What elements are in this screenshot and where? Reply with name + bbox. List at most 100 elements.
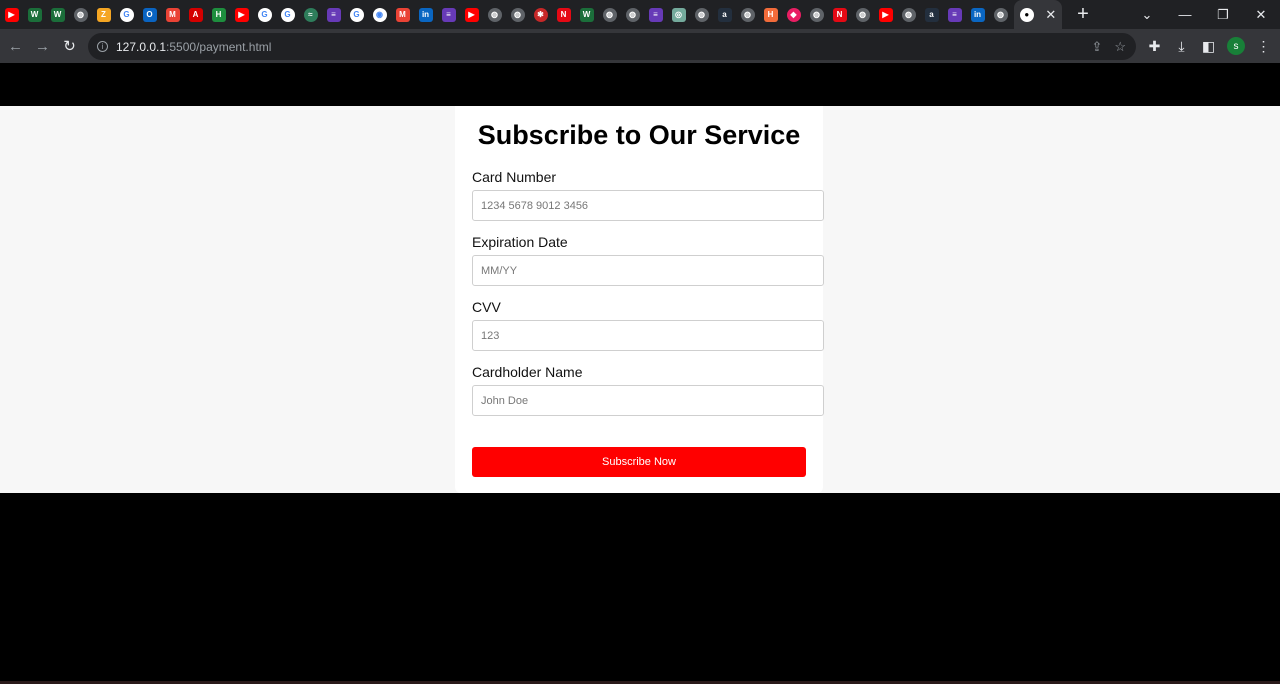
pinned-tab[interactable]: ◍ xyxy=(690,0,713,29)
gmail-icon: M xyxy=(395,7,410,22)
pinned-tab[interactable]: ◍ xyxy=(805,0,828,29)
address-bar[interactable]: i 127.0.0.1:5500/payment.html ⇪ ☆ xyxy=(88,33,1136,60)
pinned-tab[interactable]: G xyxy=(345,0,368,29)
cvv-input[interactable] xyxy=(472,320,824,351)
minimize-button[interactable]: — xyxy=(1166,7,1204,22)
maximize-button[interactable]: ❐ xyxy=(1204,7,1242,23)
pinned-tab[interactable]: in xyxy=(966,0,989,29)
close-tab-icon[interactable]: ✕ xyxy=(1045,7,1056,23)
pinned-tab[interactable]: in xyxy=(414,0,437,29)
netflix-icon: N xyxy=(556,7,571,22)
pinned-tab[interactable]: ◍ xyxy=(506,0,529,29)
browser-tab-bar: ▶ W W ◍ Z G O M A H ▶ G G ≈ ≡ G ◉ Min ≡ ▶ ◍ ◍ ✱ N W ◍ ◍ ≡ ◎ ◍ a ◍ H ◆ ◍ N ◍ ▶… xyxy=(0,0,1280,29)
pinned-tab[interactable]: ≡ xyxy=(437,0,460,29)
globe-icon: ◍ xyxy=(625,7,640,22)
pinned-tab[interactable]: a xyxy=(920,0,943,29)
new-tab-button[interactable]: + xyxy=(1068,3,1098,26)
tab-strip: ▶ W W ◍ Z G O M A H ▶ G G ≈ ≡ G ◉ Min ≡ ▶ ◍ ◍ ✱ N W ◍ ◍ ≡ ◎ ◍ a ◍ H ◆ ◍ N ◍ ▶… xyxy=(0,0,1098,29)
pinned-tab[interactable]: ✱ xyxy=(529,0,552,29)
google-icon: G xyxy=(349,7,364,22)
globe-icon: ◍ xyxy=(73,7,88,22)
pinned-tab[interactable]: N xyxy=(552,0,575,29)
cvv-label: CVV xyxy=(472,299,501,315)
w-icon: W xyxy=(27,7,42,22)
pinned-tab[interactable]: ▶ xyxy=(460,0,483,29)
reload-button[interactable]: ↻ xyxy=(56,37,83,55)
pinned-tab[interactable]: ≡ xyxy=(644,0,667,29)
pinned-tab[interactable]: N xyxy=(828,0,851,29)
youtube-icon: ▶ xyxy=(464,7,479,22)
url-text[interactable]: 127.0.0.1:5500/payment.html xyxy=(116,40,271,54)
pinned-tab[interactable]: G xyxy=(276,0,299,29)
pinned-tab[interactable]: M xyxy=(161,0,184,29)
pinned-tab[interactable]: ◍ xyxy=(69,0,92,29)
globe-icon: ◍ xyxy=(855,7,870,22)
pinned-tab[interactable]: a xyxy=(713,0,736,29)
back-button[interactable]: ← xyxy=(2,38,29,55)
pinned-tab[interactable]: ◍ xyxy=(989,0,1012,29)
extensions-icon[interactable]: ✚ xyxy=(1146,38,1163,55)
google-icon: G xyxy=(119,7,134,22)
youtube-icon: ▶ xyxy=(234,7,249,22)
pinned-tab[interactable]: ▶ xyxy=(0,0,23,29)
forward-button[interactable]: → xyxy=(29,38,56,55)
globe-icon: ◍ xyxy=(993,7,1008,22)
globe-icon: ◍ xyxy=(487,7,502,22)
pinned-tab[interactable]: H xyxy=(207,0,230,29)
outlook-icon: O xyxy=(142,7,157,22)
pinned-tab[interactable]: M xyxy=(391,0,414,29)
subscribe-now-button[interactable]: Subscribe Now xyxy=(472,447,806,477)
expiration-date-label: Expiration Date xyxy=(472,234,568,250)
pinned-tab[interactable]: ▶ xyxy=(874,0,897,29)
pinned-tab[interactable]: ◍ xyxy=(736,0,759,29)
pinned-tab[interactable]: O xyxy=(138,0,161,29)
youtube-icon: ▶ xyxy=(878,7,893,22)
pinned-tab[interactable]: A xyxy=(184,0,207,29)
profile-avatar[interactable]: s xyxy=(1227,37,1245,55)
url-path: :5500/payment.html xyxy=(166,39,272,54)
pinned-tab[interactable]: ◍ xyxy=(483,0,506,29)
pinned-tab[interactable]: G xyxy=(115,0,138,29)
wifi-icon: ≈ xyxy=(303,7,318,22)
tab-search-button[interactable]: ⌄ xyxy=(1128,7,1166,23)
pinned-tab[interactable]: W xyxy=(575,0,598,29)
gear-icon: ✱ xyxy=(533,7,548,22)
pinned-tab[interactable]: ◍ xyxy=(897,0,920,29)
pinned-tab[interactable]: ◍ xyxy=(621,0,644,29)
pinned-tab[interactable]: ◆ xyxy=(782,0,805,29)
w-icon: W xyxy=(50,7,65,22)
pinned-tab[interactable]: ◍ xyxy=(851,0,874,29)
side-panel-icon[interactable]: ◧ xyxy=(1200,38,1217,55)
site-info-icon[interactable]: i xyxy=(97,41,108,52)
close-window-button[interactable]: ✕ xyxy=(1242,7,1280,23)
pinned-tab[interactable]: W xyxy=(46,0,69,29)
amazon-icon: a xyxy=(717,7,732,22)
subscription-form-card: Subscribe to Our Service Card Number Exp… xyxy=(455,106,824,493)
netflix-icon: N xyxy=(832,7,847,22)
card-number-input[interactable] xyxy=(472,190,824,221)
pinned-tab[interactable]: ◎ xyxy=(667,0,690,29)
hackerrank-icon: H xyxy=(763,7,778,22)
pinned-tab[interactable]: ◍ xyxy=(598,0,621,29)
cube-icon: ◆ xyxy=(786,7,801,22)
pinned-tab[interactable]: ▶ xyxy=(230,0,253,29)
active-tab[interactable]: ● ✕ xyxy=(1014,0,1062,29)
pinned-tab[interactable]: ≡ xyxy=(943,0,966,29)
download-icon[interactable]: ⤓ xyxy=(1173,38,1190,55)
expiration-date-input[interactable] xyxy=(472,255,824,286)
pinned-tab[interactable]: G xyxy=(253,0,276,29)
pinned-tab[interactable]: W xyxy=(23,0,46,29)
pinned-tab[interactable]: ≈ xyxy=(299,0,322,29)
pinned-tab[interactable]: ◉ xyxy=(368,0,391,29)
card-number-label: Card Number xyxy=(472,169,557,185)
pinned-tab[interactable]: H xyxy=(759,0,782,29)
cardholder-name-input[interactable] xyxy=(472,385,824,416)
bookmark-star-icon[interactable]: ☆ xyxy=(1114,39,1126,55)
menu-icon[interactable]: ⋮ xyxy=(1255,38,1272,55)
omnibox-actions: ⇪ ☆ xyxy=(1091,33,1126,60)
toolbar-actions: ✚ ⤓ ◧ s ⋮ xyxy=(1146,29,1272,63)
pinned-tab[interactable]: Z xyxy=(92,0,115,29)
globe-icon: ◍ xyxy=(510,7,525,22)
pinned-tab[interactable]: ≡ xyxy=(322,0,345,29)
share-icon[interactable]: ⇪ xyxy=(1091,39,1102,55)
